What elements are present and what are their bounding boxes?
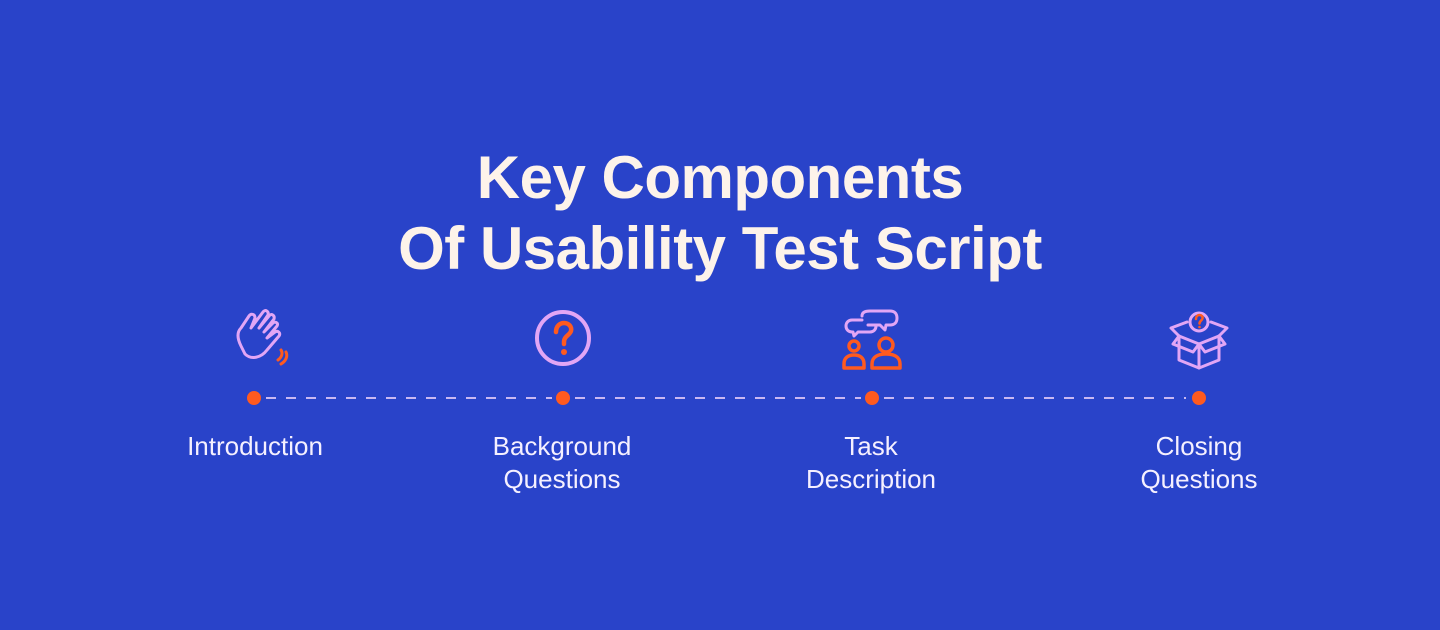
waving-hand-icon	[231, 308, 295, 372]
open-box-question-icon	[1167, 308, 1231, 372]
timeline-connector	[884, 397, 1186, 399]
conversation-people-icon	[840, 308, 904, 372]
question-circle-icon	[531, 308, 595, 372]
step-label-task-description: Task Description	[805, 431, 937, 494]
step-label-introduction: Introduction	[187, 431, 323, 461]
timeline-dot	[247, 391, 261, 405]
timeline-connector	[575, 397, 861, 399]
timeline: Introduction Background Questions Task D…	[0, 0, 1440, 630]
step-label-closing-questions: Closing Questions	[1140, 431, 1258, 494]
timeline-dot	[865, 391, 879, 405]
timeline-dot	[556, 391, 570, 405]
step-label-background-questions: Background Questions	[492, 431, 632, 494]
timeline-dot	[1192, 391, 1206, 405]
timeline-connector	[266, 397, 552, 399]
